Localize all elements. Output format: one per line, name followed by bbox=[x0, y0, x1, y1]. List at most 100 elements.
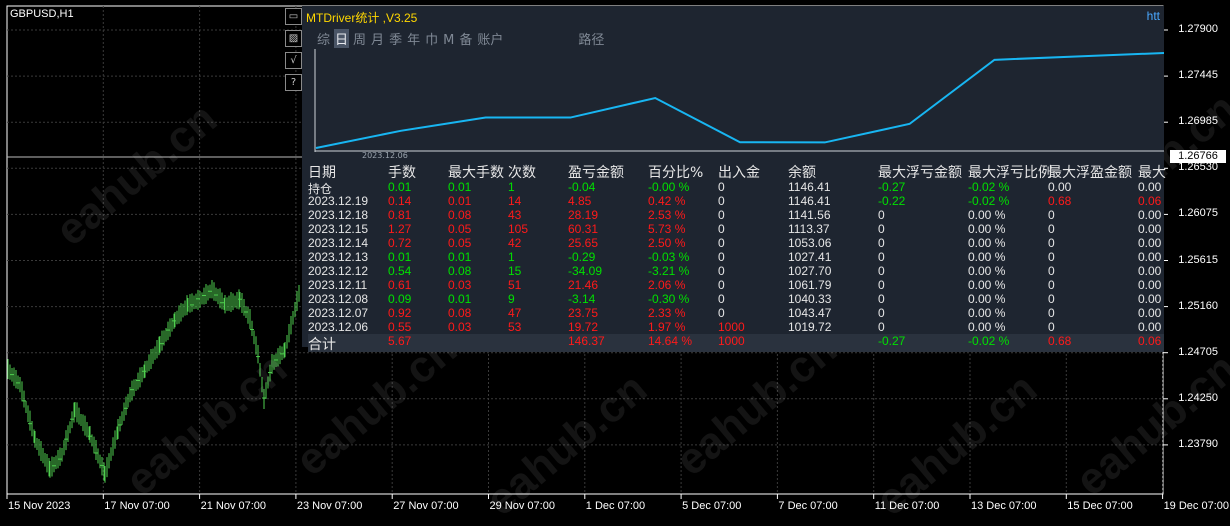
time-label: 29 Nov 07:00 bbox=[490, 500, 555, 512]
total-label: 合计 bbox=[308, 334, 336, 354]
tab-5[interactable]: 年 bbox=[406, 29, 421, 48]
cell-max_float_profit: 0 bbox=[1048, 264, 1055, 278]
cell-last: 0.00 bbox=[1138, 306, 1161, 320]
total-max_float_loss_pct: -0.02 % bbox=[968, 334, 1009, 348]
table-row: 2023.12.120.540.0815-34.09-3.21 %01027.7… bbox=[308, 264, 1164, 278]
tab-8[interactable]: 备 bbox=[458, 29, 473, 48]
panel-title: MTDriver统计 ,V3.25 bbox=[306, 9, 417, 26]
cell-date: 2023.12.18 bbox=[308, 208, 368, 222]
cell-max_lots: 0.08 bbox=[448, 264, 471, 278]
tab-4[interactable]: 季 bbox=[388, 29, 403, 48]
cell-max_float_loss_pct: 0.00 % bbox=[968, 278, 1005, 292]
cell-pnl: 23.75 bbox=[568, 306, 598, 320]
cell-max_float_loss: -0.27 bbox=[878, 180, 905, 194]
minimize-icon[interactable]: ▭ bbox=[285, 8, 302, 25]
cell-max_float_profit: 0 bbox=[1048, 320, 1055, 334]
cell-date: 2023.12.14 bbox=[308, 236, 368, 250]
time-label: 17 Nov 07:00 bbox=[104, 500, 169, 512]
table-row: 2023.12.070.920.084723.752.33 %01043.470… bbox=[308, 306, 1164, 320]
cell-max_float_loss_pct: 0.00 % bbox=[968, 208, 1005, 222]
cell-pnl: -34.09 bbox=[568, 264, 602, 278]
stats-panel: MTDriver统计 ,V3.25 htt 综日周月季年巾M备账户 路径 2023… bbox=[302, 6, 1164, 347]
tab-2[interactable]: 周 bbox=[352, 29, 367, 48]
cell-max_lots: 0.03 bbox=[448, 278, 471, 292]
cell-deposit: 1000 bbox=[718, 320, 745, 334]
tab-7[interactable]: M bbox=[442, 33, 455, 48]
table-row: 2023.12.130.010.011-0.29-0.03 %01027.410… bbox=[308, 250, 1164, 264]
cell-max_float_profit: 0.68 bbox=[1048, 194, 1071, 208]
cell-max_float_loss: 0 bbox=[878, 264, 885, 278]
cell-lots: 0.55 bbox=[388, 320, 411, 334]
cell-deposit: 0 bbox=[718, 264, 725, 278]
cell-date: 2023.12.15 bbox=[308, 222, 368, 236]
cell-date: 2023.12.07 bbox=[308, 306, 368, 320]
cell-max_float_loss_pct: 0.00 % bbox=[968, 250, 1005, 264]
time-label: 27 Nov 07:00 bbox=[393, 500, 458, 512]
col-header: 最大浮亏比例 bbox=[968, 162, 1052, 182]
help-icon[interactable]: ? bbox=[285, 74, 302, 91]
cell-max_float_loss: 0 bbox=[878, 292, 885, 306]
cell-max_float_loss: 0 bbox=[878, 236, 885, 250]
cell-pct: -0.03 % bbox=[648, 250, 689, 264]
col-header: 百分比% bbox=[648, 162, 703, 182]
cell-pct: 2.50 % bbox=[648, 236, 685, 250]
cell-balance: 1113.37 bbox=[788, 222, 830, 236]
table-row: 2023.12.140.720.054225.652.50 %01053.060… bbox=[308, 236, 1164, 250]
tab-10[interactable]: 路径 bbox=[577, 29, 605, 48]
price-chart[interactable]: GBPUSD,H1 1.279001.274451.269851.265301.… bbox=[0, 0, 1230, 520]
tab-6[interactable]: 巾 bbox=[424, 29, 439, 48]
cell-last: 0.00 bbox=[1138, 180, 1161, 194]
cell-max_float_loss: 0 bbox=[878, 208, 885, 222]
cell-last: 0.00 bbox=[1138, 264, 1161, 278]
cell-lots: 1.27 bbox=[388, 222, 411, 236]
cell-max_lots: 0.05 bbox=[448, 222, 471, 236]
cell-max_float_profit: 0 bbox=[1048, 236, 1055, 250]
cell-lots: 0.01 bbox=[388, 180, 411, 194]
cell-lots: 0.09 bbox=[388, 292, 411, 306]
table-row: 2023.12.080.090.019-3.14-0.30 %01040.330… bbox=[308, 292, 1164, 306]
tab-0[interactable]: 综 bbox=[316, 29, 331, 48]
price-label: 1.24705 bbox=[1178, 346, 1218, 358]
cell-deposit: 0 bbox=[718, 208, 725, 222]
cell-max_float_loss: 0 bbox=[878, 306, 885, 320]
table-row: 2023.12.190.140.01144.850.42 %01146.41-0… bbox=[308, 194, 1164, 208]
cell-pct: 2.06 % bbox=[648, 278, 685, 292]
cell-last: 0.00 bbox=[1138, 278, 1161, 292]
total-lots: 5.67 bbox=[388, 334, 411, 348]
cell-pct: 5.73 % bbox=[648, 222, 685, 236]
panel-link[interactable]: htt bbox=[1147, 9, 1160, 23]
cell-deposit: 0 bbox=[718, 194, 725, 208]
table-header: 日期手数最大手数次数盈亏金额百分比%出入金余额最大浮亏金额最大浮亏比例最大浮盈金… bbox=[308, 162, 1164, 180]
cell-count: 9 bbox=[508, 292, 515, 306]
total-last: 0.06 bbox=[1138, 334, 1161, 348]
cell-lots: 0.14 bbox=[388, 194, 411, 208]
price-label: 1.25615 bbox=[1178, 254, 1218, 266]
col-header: 最大浮盈金额 bbox=[1048, 162, 1132, 182]
cell-max_float_loss: 0 bbox=[878, 222, 885, 236]
col-header: 出入金 bbox=[718, 162, 760, 182]
tab-1[interactable]: 日 bbox=[334, 29, 349, 48]
cell-lots: 0.54 bbox=[388, 264, 411, 278]
cell-pct: -0.30 % bbox=[648, 292, 689, 306]
col-header: 盈亏金额 bbox=[568, 162, 624, 182]
check-icon[interactable]: √ bbox=[285, 52, 302, 69]
tab-3[interactable]: 月 bbox=[370, 29, 385, 48]
cell-max_float_loss_pct: -0.02 % bbox=[968, 180, 1009, 194]
cell-pnl: 21.46 bbox=[568, 278, 598, 292]
cell-count: 15 bbox=[508, 264, 521, 278]
col-header: 余额 bbox=[788, 162, 816, 182]
table-row: 2023.12.060.550.035319.721.97 %10001019.… bbox=[308, 320, 1164, 334]
cell-pct: 2.53 % bbox=[648, 208, 685, 222]
cell-max_lots: 0.03 bbox=[448, 320, 471, 334]
cell-balance: 1053.06 bbox=[788, 236, 831, 250]
cell-pnl: 25.65 bbox=[568, 236, 598, 250]
image-icon[interactable]: ▨ bbox=[285, 30, 302, 47]
cell-date: 2023.12.12 bbox=[308, 264, 368, 278]
period-tabs: 综日周月季年巾M备账户 路径 bbox=[316, 29, 608, 47]
cell-max_float_profit: 0.00 bbox=[1048, 180, 1071, 194]
tab-9[interactable]: 账户 bbox=[476, 29, 504, 48]
cell-pnl: -0.29 bbox=[568, 250, 595, 264]
cell-last: 0.00 bbox=[1138, 236, 1161, 250]
cell-max_lots: 0.08 bbox=[448, 208, 471, 222]
stats-table: 日期手数最大手数次数盈亏金额百分比%出入金余额最大浮亏金额最大浮亏比例最大浮盈金… bbox=[308, 162, 1164, 352]
